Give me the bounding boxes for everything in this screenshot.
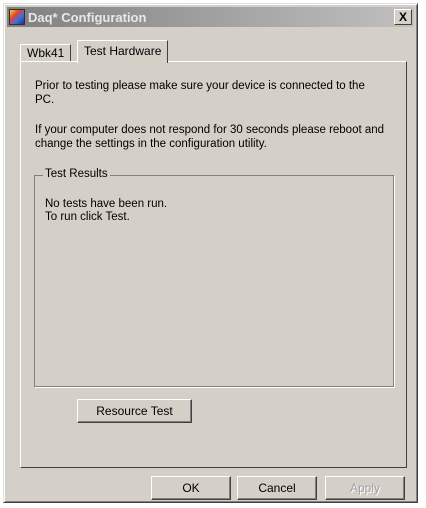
close-button[interactable]: X [394, 9, 412, 25]
tab-wbk41[interactable]: Wbk41 [20, 44, 72, 62]
apply-label: Apply [349, 481, 381, 495]
cancel-label: Cancel [258, 481, 296, 495]
test-results-legend: Test Results [43, 168, 110, 180]
tab-test-hardware[interactable]: Test Hardware [77, 40, 169, 63]
window-title: Daq* Configuration [28, 9, 147, 25]
test-results-text: No tests have been run. To run click Tes… [45, 198, 167, 224]
configuration-dialog: Daq* Configuration X Wbk41 Test Hardware… [3, 3, 418, 503]
resource-test-label: Resource Test [96, 404, 173, 418]
test-hardware-panel: Prior to testing please make sure your d… [20, 61, 407, 468]
close-icon: X [398, 10, 407, 24]
timeout-instruction: If your computer does not respond for 30… [35, 124, 385, 150]
apply-button[interactable]: Apply [325, 476, 405, 500]
cancel-button[interactable]: Cancel [237, 476, 317, 500]
daq-app-icon [9, 9, 25, 25]
resource-test-button[interactable]: Resource Test [77, 399, 192, 423]
connection-instruction: Prior to testing please make sure your d… [35, 80, 365, 106]
ok-label: OK [182, 481, 200, 495]
test-results-group: Test Results No tests have been run. To … [34, 168, 394, 387]
test-results-line: To run click Test. [45, 211, 130, 223]
ok-button[interactable]: OK [151, 476, 231, 500]
title-bar[interactable]: Daq* Configuration X [7, 7, 414, 27]
test-results-line: No tests have been run. [45, 198, 168, 210]
